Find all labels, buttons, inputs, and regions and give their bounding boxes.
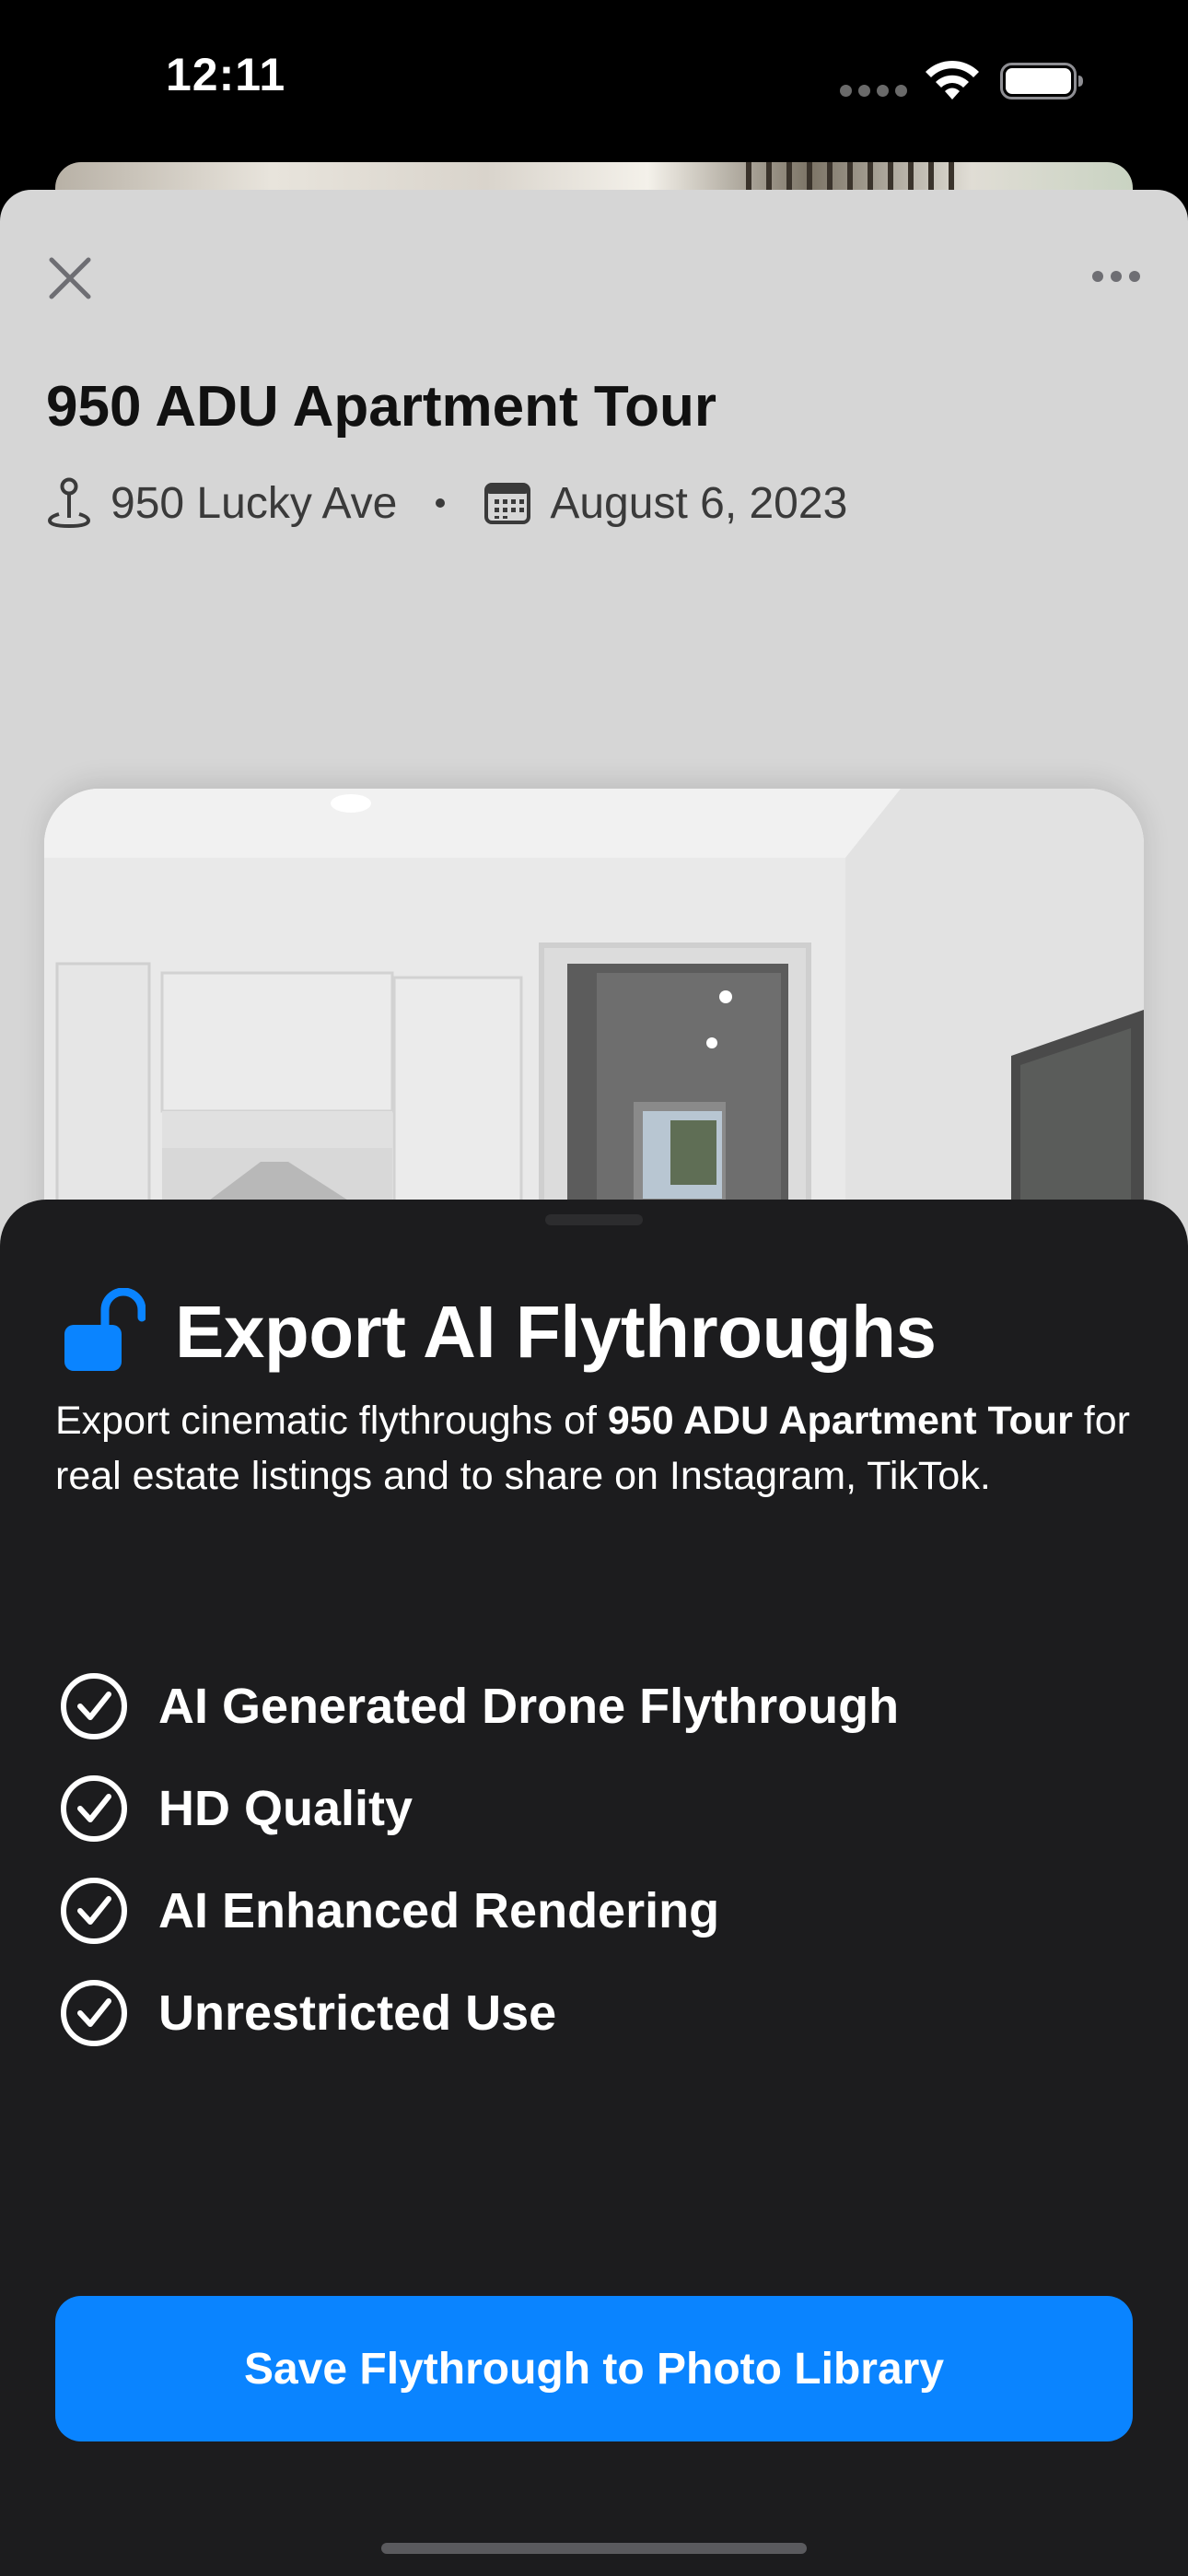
location-label: 950 Lucky Ave [111, 478, 398, 528]
sheet-grabber[interactable] [545, 1214, 643, 1225]
save-button-label: Save Flythrough to Photo Library [243, 2344, 945, 2394]
description-prefix: Export cinematic flythroughs of [55, 1399, 608, 1443]
feature-label: AI Enhanced Rendering [158, 1883, 720, 1938]
checkmark-circle-icon [61, 1775, 127, 1842]
feature-label: Unrestricted Use [158, 1985, 557, 2041]
feature-label: HD Quality [158, 1781, 413, 1836]
feature-item: AI Generated Drone Flythrough [59, 1669, 899, 1743]
paywall-description: Export cinematic flythroughs of 950 ADU … [55, 1393, 1133, 1504]
paywall-title: Export AI Flythroughs [175, 1291, 937, 1373]
feature-item: HD Quality [59, 1772, 413, 1845]
checkmark-circle-icon [61, 1980, 127, 2046]
close-icon[interactable] [41, 249, 99, 308]
checkmark-circle-icon [61, 1878, 127, 1944]
wifi-icon [926, 60, 979, 100]
feature-item: AI Enhanced Rendering [59, 1874, 719, 1948]
feature-item: Unrestricted Use [59, 1976, 556, 2050]
status-time: 12:11 [166, 49, 286, 100]
signal-dots-icon [840, 85, 908, 98]
map-pin-icon [47, 477, 91, 529]
separator-dot [436, 498, 446, 508]
save-flythrough-button[interactable]: Save Flythrough to Photo Library [55, 2296, 1133, 2441]
date-label: August 6, 2023 [550, 478, 848, 528]
tour-title: 950 ADU Apartment Tour [46, 375, 717, 439]
checkmark-circle-icon [61, 1673, 127, 1739]
battery-icon [1000, 63, 1083, 100]
home-indicator[interactable] [381, 2543, 807, 2554]
calendar-icon [484, 483, 531, 524]
tour-meta: 950 Lucky Ave August 6, 2023 [46, 475, 847, 531]
more-icon[interactable] [1087, 263, 1146, 291]
unlocked-lock-icon [64, 1288, 146, 1371]
export-paywall-sheet: Export AI Flythroughs Export cinematic f… [0, 1200, 1188, 2576]
status-bar: 12:11 [0, 0, 1188, 166]
feature-label: AI Generated Drone Flythrough [158, 1679, 900, 1734]
description-tour-name: 950 ADU Apartment Tour [607, 1399, 1073, 1443]
